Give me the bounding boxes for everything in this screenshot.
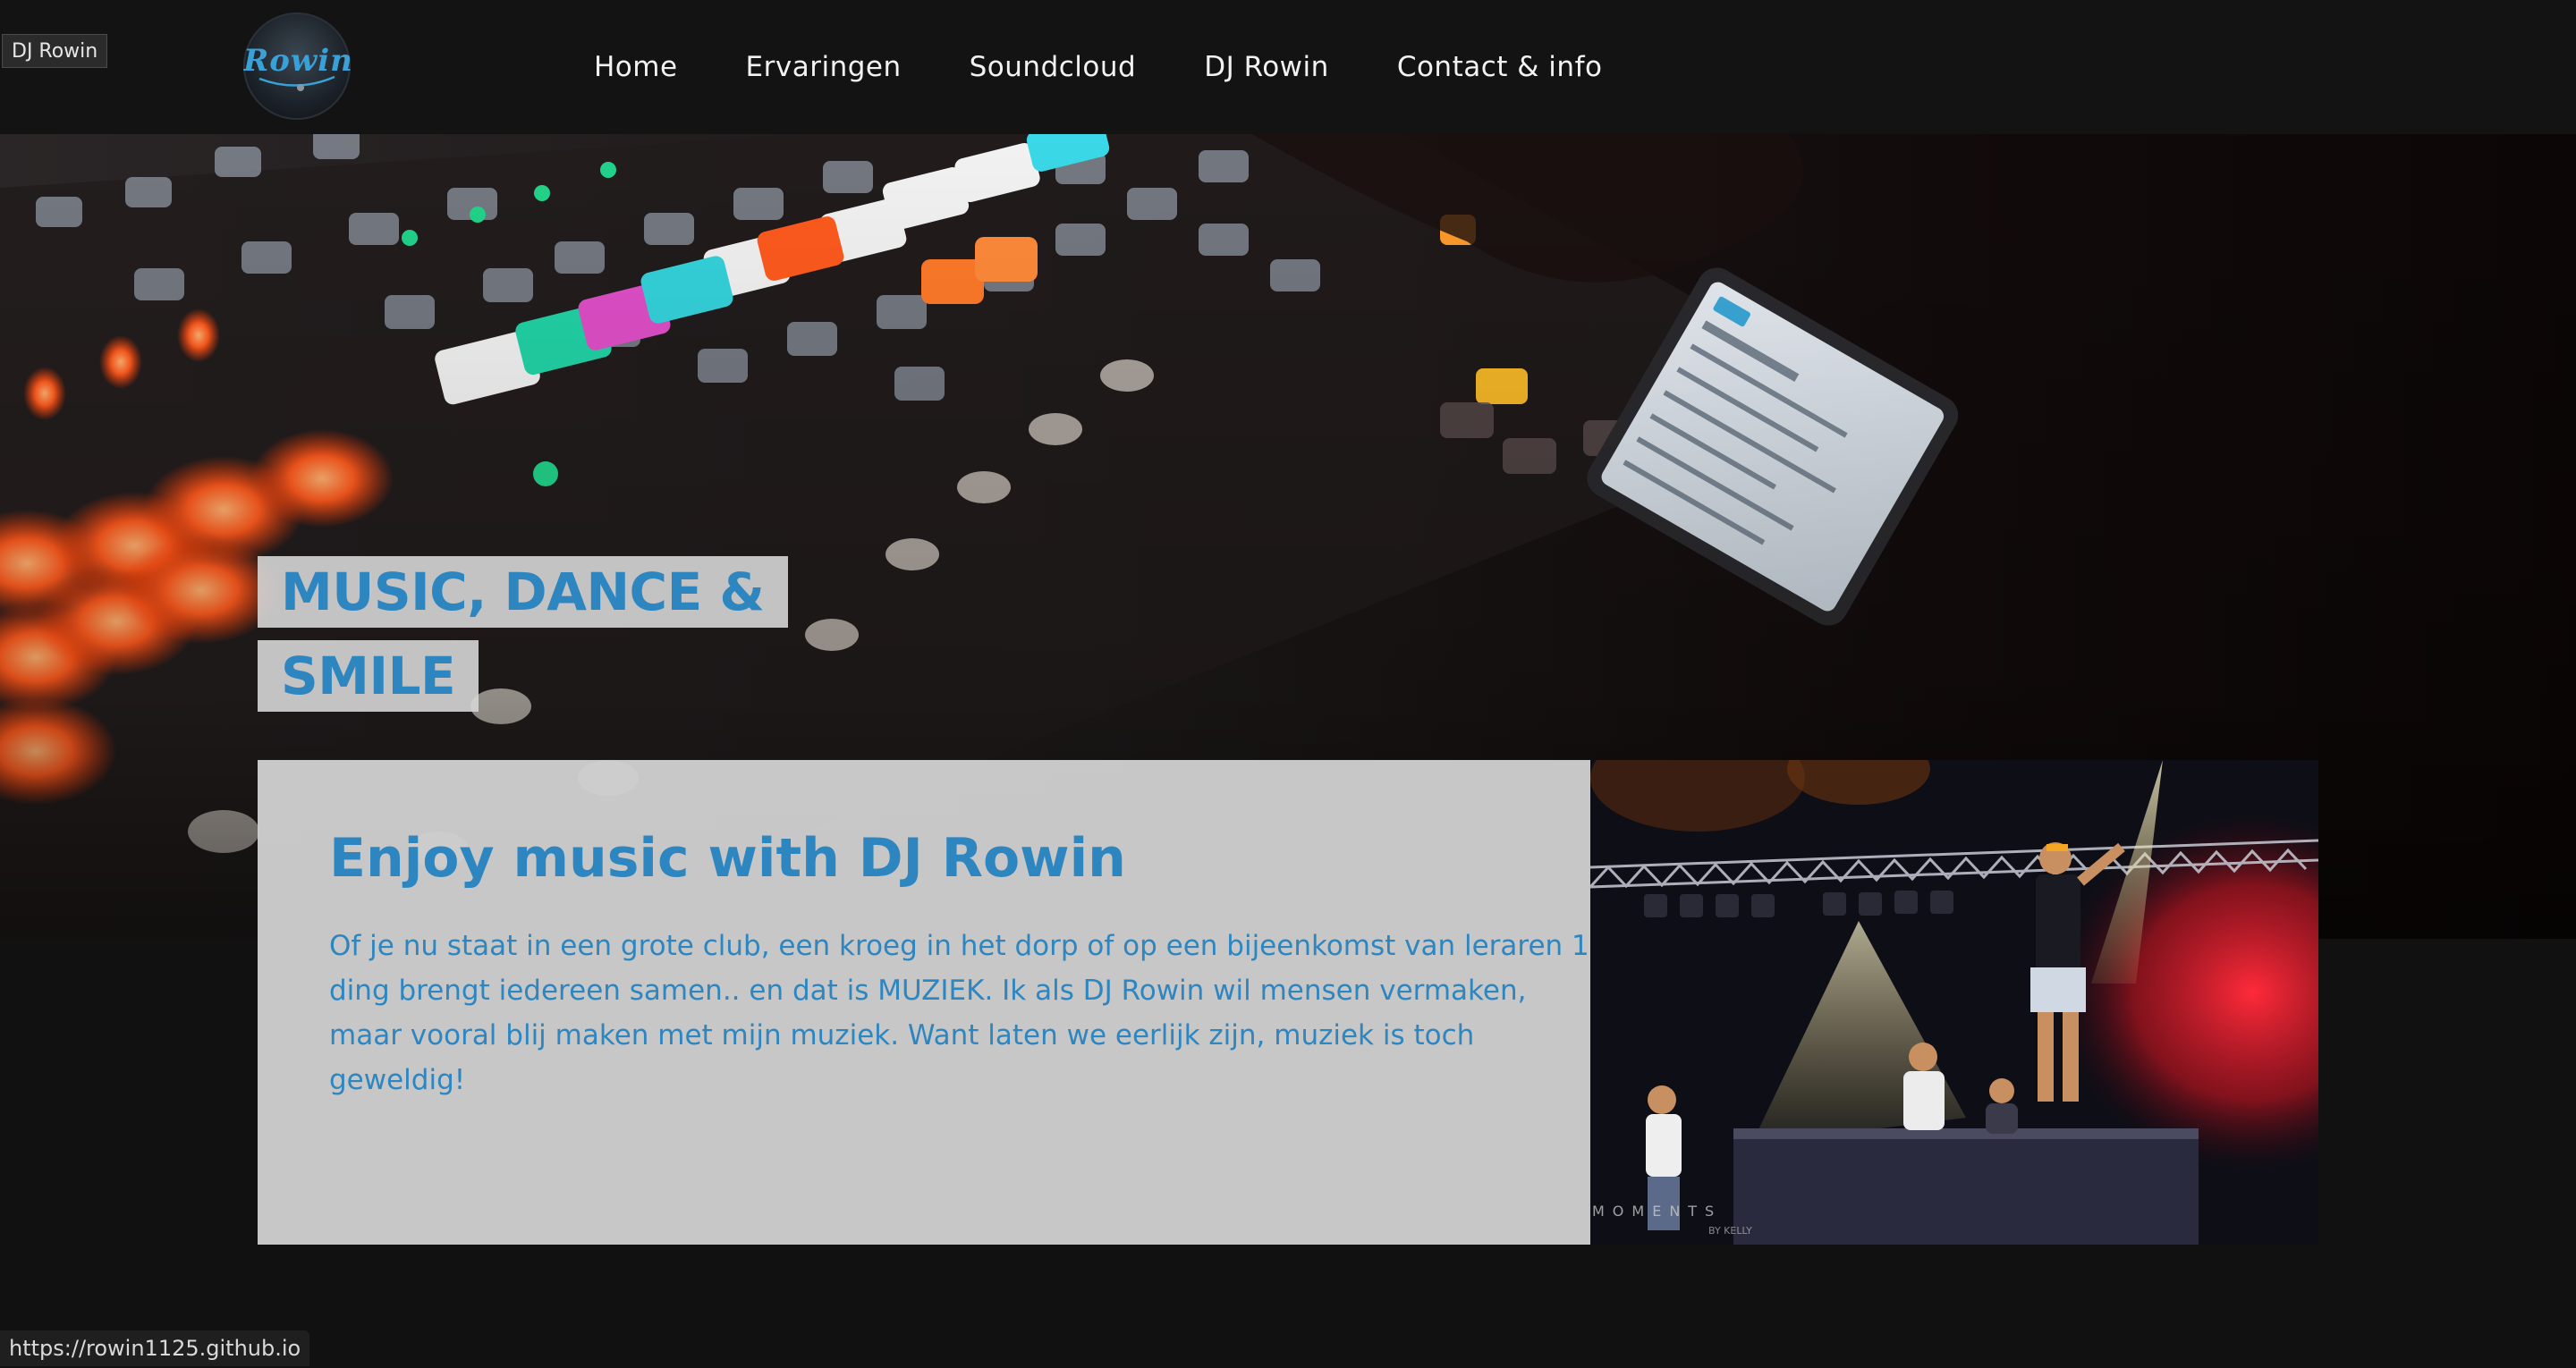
tooltip-dj-rowin: DJ Rowin bbox=[2, 34, 108, 68]
intro-card: Enjoy music with DJ Rowin Of je nu staat… bbox=[258, 760, 1590, 1245]
concert-stage-image: MOMENTS BY KELLY bbox=[1590, 760, 2318, 1245]
nav-dj-rowin[interactable]: DJ Rowin bbox=[1204, 46, 1329, 88]
main-nav: Home Ervaringen Soundcloud DJ Rowin Cont… bbox=[594, 46, 1670, 88]
intro-body-text: Of je nu staat in een grote club, een kr… bbox=[329, 930, 1589, 1096]
concert-photo: MOMENTS BY KELLY bbox=[1590, 760, 2318, 1245]
photo-watermark: MOMENTS bbox=[1592, 1203, 1722, 1220]
hero-tagline: MUSIC, DANCE & SMILE bbox=[258, 550, 812, 718]
nav-ervaringen[interactable]: Ervaringen bbox=[746, 46, 902, 88]
navbar: DJ Rowin Rowin Home Ervaringen Soundclou… bbox=[0, 0, 2576, 134]
nav-contact-info[interactable]: Contact & info bbox=[1397, 46, 1603, 88]
hero-tagline-line2: SMILE bbox=[258, 640, 479, 712]
logo-swoosh bbox=[258, 75, 335, 91]
photo-watermark-sub: BY KELLY bbox=[1708, 1225, 1752, 1237]
nav-soundcloud[interactable]: Soundcloud bbox=[970, 46, 1137, 88]
rowin-logo-icon[interactable]: Rowin bbox=[243, 13, 351, 120]
hero-tagline-line1: MUSIC, DANCE & bbox=[258, 556, 788, 628]
nav-home[interactable]: Home bbox=[594, 46, 678, 88]
status-bar-url: https://rowin1125.github.io bbox=[0, 1330, 310, 1366]
intro-heading: Enjoy music with DJ Rowin bbox=[329, 827, 1126, 890]
